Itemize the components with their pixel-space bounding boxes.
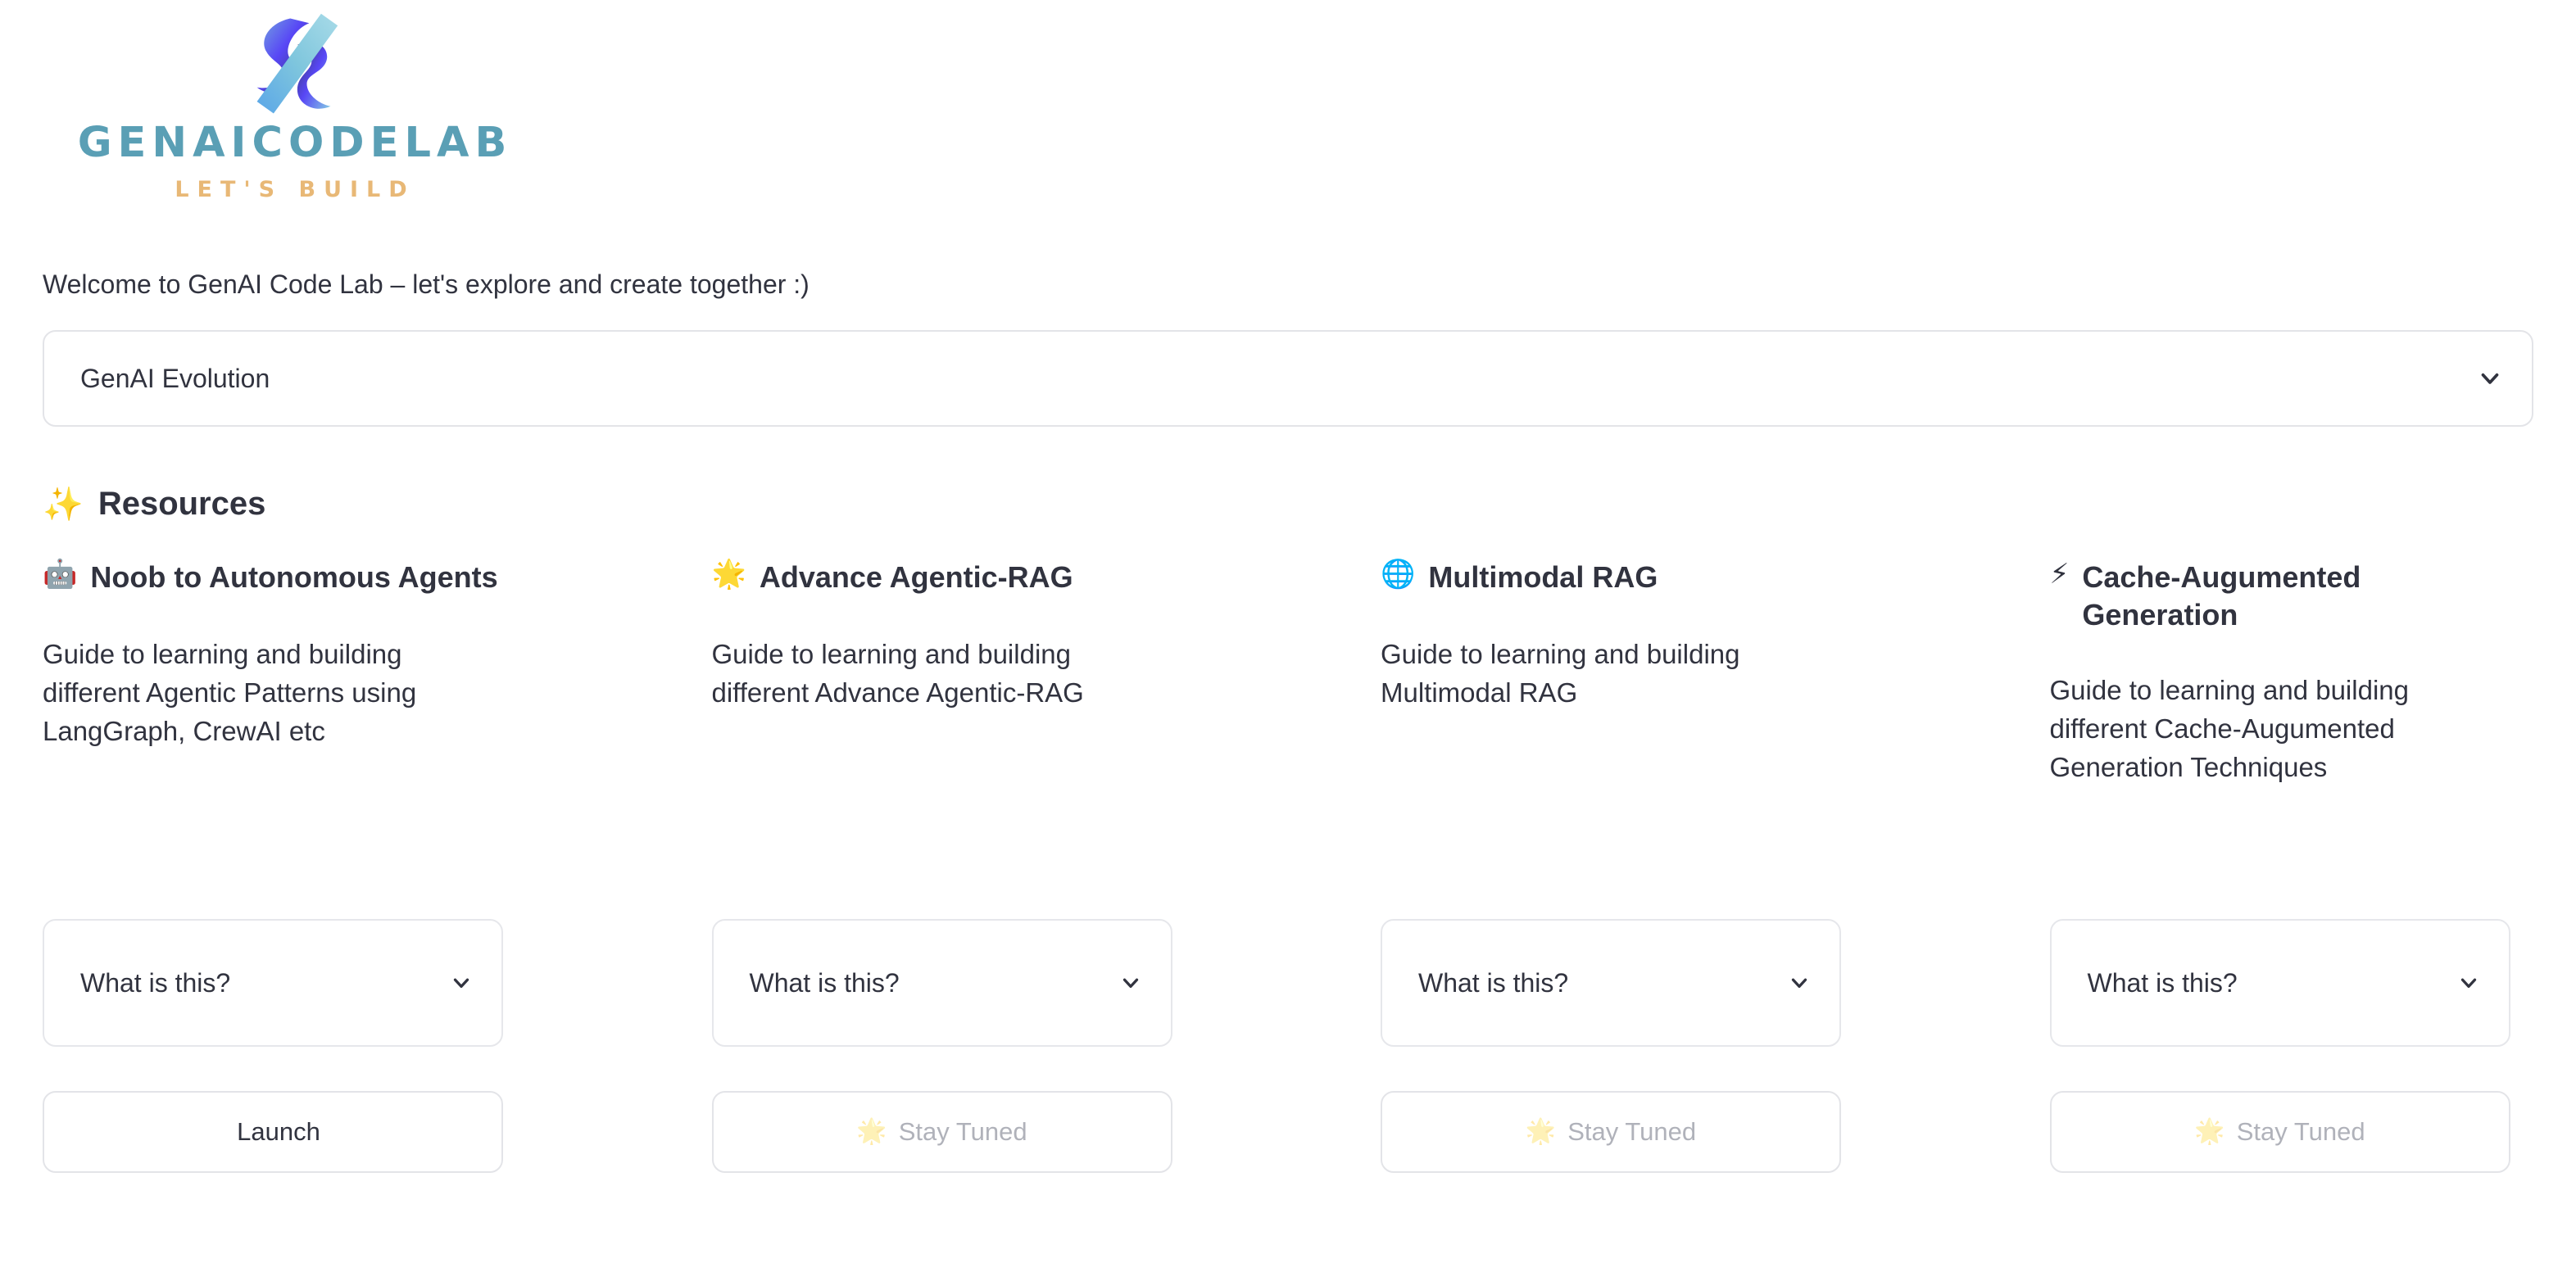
card-expander-label: What is this? [1418,967,1569,998]
glowing-star-icon: 🌟 [1525,1117,1557,1146]
brand-wordmark: GENAICODELAB [77,119,513,167]
card-title: 🤖 Noob to Autonomous Agents [43,559,503,598]
resources-grid: 🤖 Noob to Autonomous Agents Guide to lea… [43,559,2533,1173]
button-label: Stay Tuned [1567,1117,1697,1146]
card-description: Guide to learning and building different… [2049,675,2410,782]
card-title: ⚡ Cache-Augumented Generation [2050,559,2510,634]
resource-card: ⚡ Cache-Augumented Generation Guide to l… [2049,559,2510,1173]
stay-tuned-button: 🌟 Stay Tuned [711,1091,1172,1173]
stay-tuned-button: 🌟 Stay Tuned [1381,1091,1841,1173]
resource-card: 🤖 Noob to Autonomous Agents Guide to lea… [43,559,503,1173]
chevron-down-icon[interactable] [2476,364,2504,392]
button-label: Launch [237,1117,320,1146]
card-title-text: Noob to Autonomous Agents [90,560,498,594]
chevron-down-icon[interactable] [2456,971,2481,995]
card-expander[interactable]: What is this? [2049,919,2510,1047]
launch-button[interactable]: Launch [43,1091,503,1173]
brand-tagline: LET'S BUILD [175,177,415,202]
sparkles-icon: ✨ [43,485,84,523]
button-label: Stay Tuned [2236,1117,2365,1146]
app-page: GENAICODELAB LET'S BUILD Welcome to GenA… [0,0,2576,1263]
card-title-text: Cache-Augumented Generation [2082,560,2361,632]
chevron-down-icon[interactable] [1118,971,1143,995]
card-title: 🌟 Advance Agentic-RAG [712,559,1172,598]
stay-tuned-button: 🌟 Stay Tuned [2049,1091,2510,1173]
card-expander-label: What is this? [80,967,231,998]
topic-select[interactable]: GenAI Evolution [43,330,2533,427]
card-expander[interactable]: What is this? [711,919,1172,1047]
brand-logo: GENAICODELAB LET'S BUILD [78,0,508,202]
card-description: Guide to learning and building different… [43,639,417,746]
topic-select-value: GenAI Evolution [80,363,270,393]
globe-icon: 🌐 [1381,558,1416,591]
chevron-down-icon[interactable] [449,971,474,995]
lightning-bolt-icon: ⚡ [2049,558,2070,591]
welcome-message: Welcome to GenAI Code Lab – let's explor… [43,269,810,299]
resources-heading: ✨ Resources [43,486,2533,523]
code-brackets-icon [256,13,338,114]
card-title-text: Multimodal RAG [1428,560,1658,594]
resource-card: 🌐 Multimodal RAG Guide to learning and b… [1381,559,1841,1173]
resource-card: 🌟 Advance Agentic-RAG Guide to learning … [711,559,1172,1173]
resources-title: Resources [98,486,266,522]
card-expander[interactable]: What is this? [1381,919,1841,1047]
glowing-star-icon: 🌟 [856,1117,887,1146]
button-label: Stay Tuned [898,1117,1027,1146]
card-expander-label: What is this? [2087,967,2238,998]
glowing-star-icon: 🌟 [2194,1117,2225,1146]
card-description: Guide to learning and building different… [711,639,1084,708]
card-title: 🌐 Multimodal RAG [1381,559,1841,598]
glowing-star-icon: 🌟 [711,558,746,591]
robot-icon: 🤖 [43,558,78,591]
card-description: Guide to learning and building Multimoda… [1381,639,1740,708]
card-title-text: Advance Agentic-RAG [759,560,1073,594]
chevron-down-icon[interactable] [1787,971,1812,995]
card-expander-label: What is this? [749,967,900,998]
card-expander[interactable]: What is this? [43,919,503,1047]
